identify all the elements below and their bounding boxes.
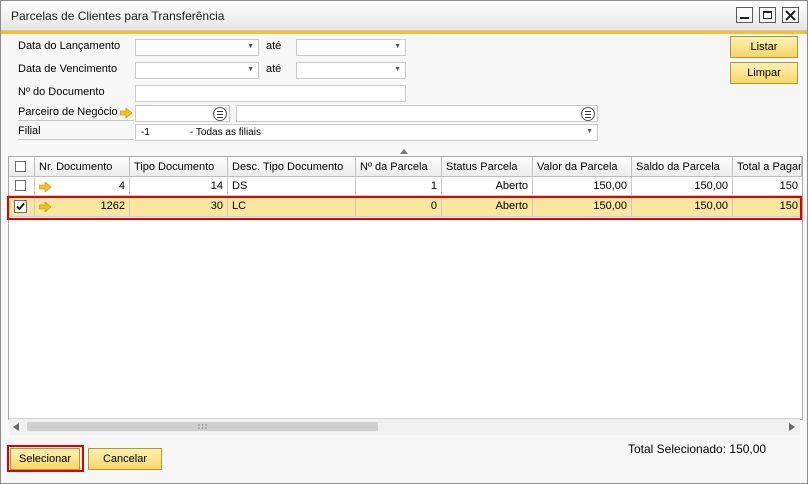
grid-splitter[interactable] (8, 149, 801, 155)
scroll-right-icon[interactable] (789, 423, 795, 431)
cell-tipo-documento: 14 (130, 177, 228, 196)
link-arrow-icon[interactable] (39, 182, 51, 192)
nr-documento-value: 4 (118, 180, 125, 192)
limpar-button[interactable]: Limpar (730, 62, 798, 84)
scroll-left-icon[interactable] (13, 423, 19, 431)
cell-desc-tipo: DS (228, 177, 356, 196)
cell-saldo: 150,00 (632, 177, 733, 196)
maximize-icon (763, 11, 772, 19)
minimize-button[interactable] (736, 7, 753, 23)
cell-status: Aberto (442, 177, 533, 196)
selecionar-highlight (7, 445, 84, 472)
chevron-down-icon: ▼ (394, 66, 401, 73)
filial-code: -1 (141, 127, 150, 138)
filial-desc: - Todas as filiais (190, 127, 261, 138)
chevron-down-icon: ▼ (394, 43, 401, 50)
ate-label: até (266, 63, 282, 75)
horizontal-scrollbar[interactable] (9, 418, 800, 435)
chevron-down-icon: ▼ (247, 66, 254, 73)
chevron-down-icon: ▼ (247, 43, 254, 50)
title-accent-bar (1, 31, 807, 34)
total-selecionado: Total Selecionado: 150,00 (628, 442, 767, 456)
num-documento-field[interactable] (135, 85, 406, 102)
scrollbar-thumb[interactable] (27, 422, 378, 431)
select-all-checkbox[interactable] (15, 161, 26, 172)
list-chooser-icon[interactable] (581, 107, 595, 121)
close-button[interactable] (782, 7, 799, 23)
row-checkbox[interactable] (15, 180, 26, 191)
grip-icon (198, 424, 207, 429)
col-tipo-documento[interactable]: Tipo Documento (130, 157, 228, 177)
col-nr-documento[interactable]: Nr. Documento (35, 157, 130, 177)
data-vencimento-label: Data de Vencimento (18, 63, 118, 75)
col-valor-parcela[interactable]: Valor da Parcela (533, 157, 632, 177)
cell-valor: 150,00 (533, 177, 632, 196)
window-title: Parcelas de Clientes para Transferência (11, 9, 225, 23)
list-chooser-icon[interactable] (213, 107, 227, 121)
filial-select[interactable]: -1 - Todas as filiais ▼ (135, 124, 598, 141)
filial-label: Filial (18, 125, 134, 140)
cell-total: 150 (733, 177, 802, 196)
data-lancamento-from-field[interactable]: ▼ (135, 39, 259, 56)
minimize-icon (740, 17, 749, 19)
header-select-all[interactable] (9, 157, 35, 177)
num-documento-label: Nº do Documento (18, 86, 105, 98)
cell-nr-documento: 4 (35, 177, 130, 196)
col-saldo-parcela[interactable]: Saldo da Parcela (632, 157, 733, 177)
parceiro-code-field[interactable] (135, 105, 230, 122)
col-status-parcela[interactable]: Status Parcela (442, 157, 533, 177)
data-lancamento-to-field[interactable]: ▼ (296, 39, 406, 56)
listar-button[interactable]: Listar (730, 36, 798, 58)
link-arrow-icon[interactable] (120, 108, 132, 118)
selected-row-highlight (7, 196, 802, 220)
col-total-pagar[interactable]: Total a Pagar (733, 157, 802, 177)
row-checkbox-cell[interactable] (9, 177, 35, 196)
data-vencimento-to-field[interactable]: ▼ (296, 62, 406, 79)
parceiro-label: Parceiro de Negócio (18, 106, 134, 121)
ate-label: até (266, 40, 282, 52)
table-row[interactable]: 4 14 DS 1 Aberto 150,00 150,00 150 (9, 177, 802, 196)
title-bar: Parcelas de Clientes para Transferência (1, 1, 807, 31)
dialog-window: Parcelas de Clientes para Transferência … (0, 0, 808, 484)
cell-parcela: 1 (356, 177, 442, 196)
data-vencimento-from-field[interactable]: ▼ (135, 62, 259, 79)
col-desc-tipo-documento[interactable]: Desc. Tipo Documento (228, 157, 356, 177)
data-lancamento-label: Data do Lançamento (18, 40, 121, 52)
col-num-parcela[interactable]: Nº da Parcela (356, 157, 442, 177)
parceiro-name-field[interactable] (236, 105, 598, 122)
chevron-down-icon: ▼ (586, 128, 593, 135)
chevron-up-icon (400, 149, 408, 154)
cancelar-button[interactable]: Cancelar (88, 448, 162, 470)
close-icon (785, 10, 796, 21)
maximize-button[interactable] (759, 7, 776, 23)
